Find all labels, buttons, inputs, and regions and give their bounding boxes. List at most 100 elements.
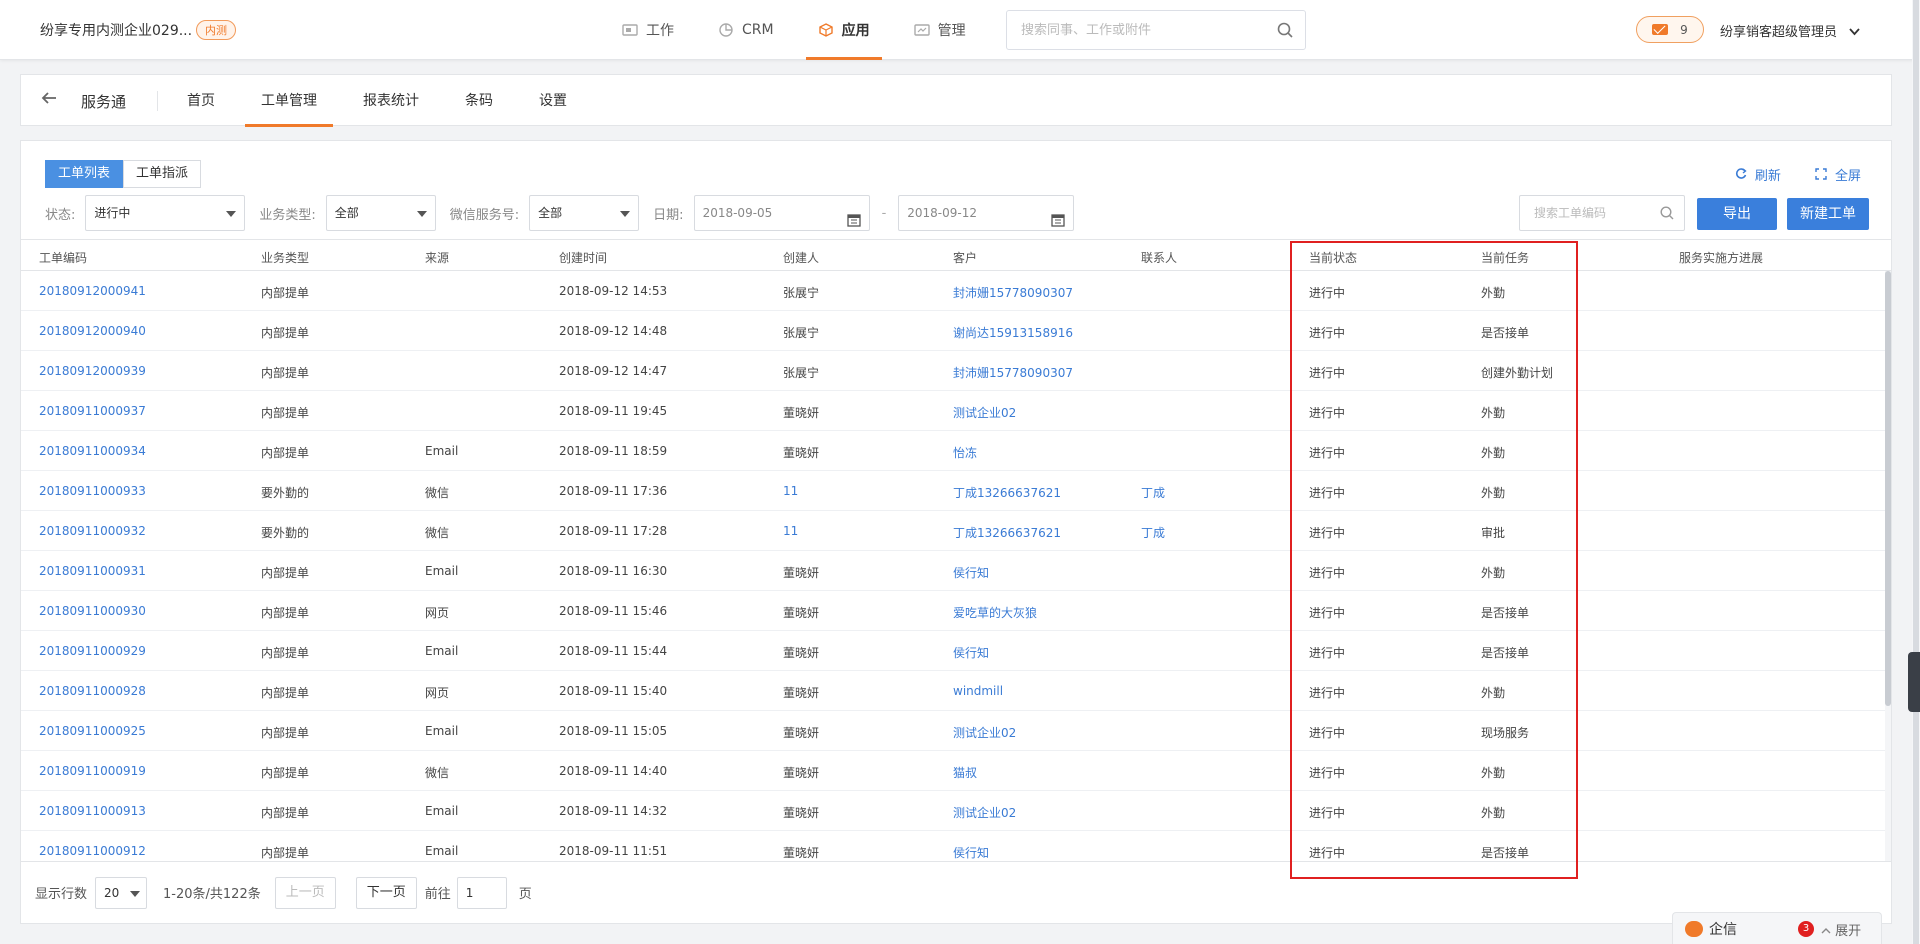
search-icon[interactable] bbox=[1277, 22, 1293, 38]
cell-customer[interactable]: 爱吃草的大灰狼 bbox=[953, 604, 1037, 621]
col-provider-progress[interactable]: 服务实施方进展 bbox=[1679, 249, 1763, 266]
table-scrollbar-thumb[interactable] bbox=[1885, 271, 1891, 706]
table-row[interactable]: 20180911000934 内部提单 Email 2018-09-11 18:59 董… bbox=[21, 431, 1891, 471]
col-creator[interactable]: 创建人 bbox=[783, 249, 819, 266]
page-number-input[interactable]: 1 bbox=[456, 876, 507, 909]
cell-customer[interactable]: 侯行知 bbox=[953, 564, 989, 581]
col-created-time[interactable]: 创建时间 bbox=[559, 249, 607, 266]
cell-ticket-code[interactable]: 20180911000937 bbox=[39, 404, 146, 418]
status-filter-select[interactable]: 进行中 bbox=[85, 195, 246, 231]
cell-customer[interactable]: 测试企业02 bbox=[953, 724, 1016, 741]
cell-customer[interactable]: 测试企业02 bbox=[953, 804, 1016, 821]
tab-ticket-management[interactable]: 工单管理 bbox=[245, 75, 333, 127]
page-scrollbar-thumb[interactable] bbox=[1913, 0, 1919, 944]
chat-expand-button[interactable]: 展开 bbox=[1821, 920, 1861, 939]
col-current-status[interactable]: 当前状态 bbox=[1309, 249, 1357, 266]
message-button[interactable]: 9 bbox=[1636, 16, 1704, 43]
table-row[interactable]: 20180911000928 内部提单 网页 2018-09-11 15:40 董晓妍 w… bbox=[21, 671, 1891, 711]
next-page-button[interactable]: 下一页 bbox=[355, 876, 417, 909]
table-row[interactable]: 20180911000930 内部提单 网页 2018-09-11 15:46 董晓妍 爱… bbox=[21, 591, 1891, 631]
table-row[interactable]: 20180912000941 内部提单 2018-09-12 14:53 张展宁 封沛姗… bbox=[21, 271, 1891, 311]
table-row[interactable]: 20180911000932 要外勤的 微信 2018-09-11 17:28 11 丁成… bbox=[21, 511, 1891, 551]
col-current-task[interactable]: 当前任务 bbox=[1481, 249, 1529, 266]
col-biz-type[interactable]: 业务类型 bbox=[261, 249, 309, 266]
table-row[interactable]: 20180911000933 要外勤的 微信 2018-09-11 17:36 11 丁成… bbox=[21, 471, 1891, 511]
col-contact[interactable]: 联系人 bbox=[1141, 249, 1177, 266]
cell-ticket-code[interactable]: 20180912000939 bbox=[39, 364, 146, 378]
table-row[interactable]: 20180911000937 内部提单 2018-09-11 19:45 董晓妍 测试企… bbox=[21, 391, 1891, 431]
cell-creator[interactable]: 11 bbox=[783, 524, 798, 538]
cell-ticket-code[interactable]: 20180911000930 bbox=[39, 604, 146, 618]
cell-ticket-code[interactable]: 20180912000940 bbox=[39, 324, 146, 338]
table-row[interactable]: 20180911000931 内部提单 Email 2018-09-11 16:30 董… bbox=[21, 551, 1891, 591]
table-row[interactable]: 20180912000939 内部提单 2018-09-12 14:47 张展宁 封沛姗… bbox=[21, 351, 1891, 391]
export-button[interactable]: 导出 bbox=[1697, 198, 1777, 230]
cell-ticket-code[interactable]: 20180911000925 bbox=[39, 724, 146, 738]
date-from-input[interactable]: 2018-09-05 bbox=[693, 195, 870, 231]
col-customer[interactable]: 客户 bbox=[953, 249, 977, 266]
cell-ticket-code[interactable]: 20180911000934 bbox=[39, 444, 146, 458]
tab-settings[interactable]: 设置 bbox=[523, 75, 583, 127]
back-arrow-icon[interactable] bbox=[41, 89, 57, 110]
chat-bar[interactable]: 企信 3 展开 bbox=[1672, 912, 1882, 944]
new-ticket-button[interactable]: 新建工单 bbox=[1787, 198, 1869, 230]
cell-source: 网页 bbox=[425, 606, 450, 620]
tab-ticket-list[interactable]: 工单列表 bbox=[45, 160, 124, 188]
cell-customer[interactable]: 怡冻 bbox=[953, 444, 977, 461]
table-scrollbar[interactable] bbox=[1885, 271, 1891, 861]
cell-customer[interactable]: 封沛姗15778090307 bbox=[953, 364, 1073, 381]
fullscreen-button[interactable]: 全屏 bbox=[1815, 165, 1861, 184]
ticket-search-input[interactable] bbox=[1520, 196, 1650, 230]
col-ticket-code[interactable]: 工单编码 bbox=[39, 249, 87, 266]
side-panel-handle[interactable] bbox=[1908, 652, 1920, 712]
global-search-input[interactable] bbox=[1007, 11, 1257, 49]
cell-ticket-code[interactable]: 20180911000913 bbox=[39, 804, 146, 818]
prev-page-button[interactable]: 上一页 bbox=[274, 876, 336, 909]
col-source[interactable]: 来源 bbox=[425, 249, 449, 266]
biz-type-select[interactable]: 全部 bbox=[325, 195, 436, 231]
table-row[interactable]: 20180911000929 内部提单 Email 2018-09-11 15:44 董… bbox=[21, 631, 1891, 671]
cell-contact[interactable]: 丁成 bbox=[1141, 484, 1165, 501]
cell-creator[interactable]: 11 bbox=[783, 484, 798, 498]
search-icon[interactable] bbox=[1660, 206, 1674, 220]
wechat-service-select[interactable]: 全部 bbox=[529, 195, 640, 231]
nav-manage[interactable]: 管理 bbox=[902, 0, 978, 60]
tab-ticket-assign[interactable]: 工单指派 bbox=[123, 160, 202, 188]
nav-work[interactable]: 工作 bbox=[610, 0, 686, 60]
rows-per-page-select[interactable]: 20 bbox=[95, 876, 148, 909]
user-menu[interactable]: 纷享销客超级管理员 bbox=[1720, 21, 1860, 40]
cell-customer[interactable]: 猫叔 bbox=[953, 764, 977, 781]
cell-customer[interactable]: 侯行知 bbox=[953, 644, 989, 661]
cell-ticket-code[interactable]: 20180911000912 bbox=[39, 844, 146, 858]
nav-crm[interactable]: CRM bbox=[706, 0, 786, 60]
cell-customer[interactable]: 丁成13266637621 bbox=[953, 524, 1061, 541]
tab-reports[interactable]: 报表统计 bbox=[347, 75, 435, 127]
table-row[interactable]: 20180911000925 内部提单 Email 2018-09-11 15:05 董… bbox=[21, 711, 1891, 751]
cell-ticket-code[interactable]: 20180911000919 bbox=[39, 764, 146, 778]
cell-contact[interactable]: 丁成 bbox=[1141, 524, 1165, 541]
cell-customer[interactable]: 侯行知 bbox=[953, 844, 989, 861]
nav-app[interactable]: 应用 bbox=[805, 0, 882, 60]
table-row[interactable]: 20180911000919 内部提单 微信 2018-09-11 14:40 董晓妍 猫… bbox=[21, 751, 1891, 791]
company-name[interactable]: 纷享专用内测企业029... bbox=[40, 20, 192, 40]
cell-ticket-code[interactable]: 20180911000929 bbox=[39, 644, 146, 658]
table-row[interactable]: 20180911000912 内部提单 Email 2018-09-11 11:51 董… bbox=[21, 831, 1891, 861]
cell-customer[interactable]: windmill bbox=[953, 684, 1003, 698]
table-row[interactable]: 20180912000940 内部提单 2018-09-12 14:48 张展宁 谢尚达… bbox=[21, 311, 1891, 351]
cell-customer[interactable]: 谢尚达15913158916 bbox=[953, 324, 1073, 341]
tab-home[interactable]: 首页 bbox=[171, 75, 231, 127]
cell-customer[interactable]: 封沛姗15778090307 bbox=[953, 284, 1073, 301]
cell-customer[interactable]: 丁成13266637621 bbox=[953, 484, 1061, 501]
tab-barcode[interactable]: 条码 bbox=[449, 75, 509, 127]
page-scrollbar[interactable] bbox=[1912, 0, 1920, 944]
table-row[interactable]: 20180911000913 内部提单 Email 2018-09-11 14:32 董… bbox=[21, 791, 1891, 831]
cell-customer[interactable]: 测试企业02 bbox=[953, 404, 1016, 421]
refresh-button[interactable]: 刷新 bbox=[1735, 165, 1781, 184]
cell-current-task: 外勤 bbox=[1481, 286, 1506, 300]
cell-ticket-code[interactable]: 20180912000941 bbox=[39, 284, 146, 298]
cell-ticket-code[interactable]: 20180911000933 bbox=[39, 484, 146, 498]
cell-ticket-code[interactable]: 20180911000931 bbox=[39, 564, 146, 578]
date-to-input[interactable]: 2018-09-12 bbox=[898, 195, 1075, 231]
cell-ticket-code[interactable]: 20180911000928 bbox=[39, 684, 146, 698]
cell-ticket-code[interactable]: 20180911000932 bbox=[39, 524, 146, 538]
